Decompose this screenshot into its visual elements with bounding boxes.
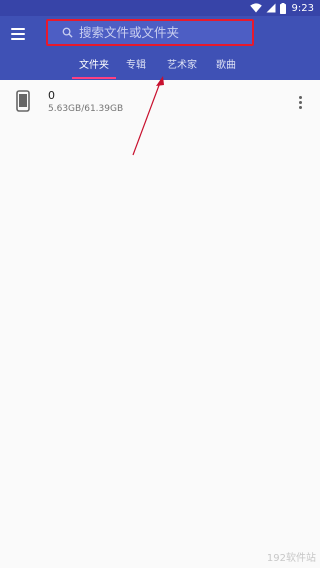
watermark: 192软件站 — [266, 553, 316, 564]
annotation-arrow — [132, 76, 164, 156]
